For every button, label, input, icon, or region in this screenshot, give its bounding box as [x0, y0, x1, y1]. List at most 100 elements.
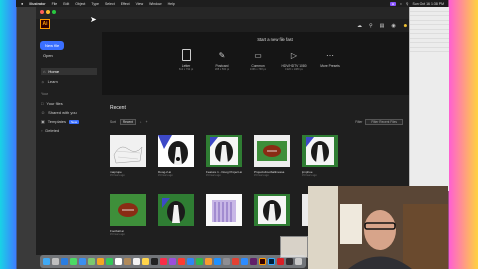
minimize-button[interactable]: [46, 10, 50, 14]
contacts-icon[interactable]: [124, 258, 131, 265]
file-date: 15 hours ago: [110, 174, 125, 177]
search-icon[interactable]: ⚲: [406, 2, 409, 6]
music-icon[interactable]: [160, 258, 167, 265]
menu-edit[interactable]: Edit: [63, 2, 69, 6]
monitor-icon: ▭: [254, 50, 262, 60]
podcasts-icon[interactable]: [169, 258, 176, 265]
list-item[interactable]: [410, 48, 449, 52]
menu-window[interactable]: Window: [149, 2, 161, 6]
pages-icon[interactable]: [205, 258, 212, 265]
tv-icon[interactable]: [151, 258, 158, 265]
zoom-icon[interactable]: [241, 258, 248, 265]
document-icon: [181, 49, 191, 61]
cloud-icon[interactable]: ☁: [357, 23, 362, 29]
file-card[interactable]: maprupe 15 hours ago: [110, 135, 146, 177]
menu-clock[interactable]: Sun Oct 16 1:38 PM: [412, 2, 444, 6]
app-store-icon[interactable]: [214, 258, 221, 265]
file-card[interactable]: Feature 1 - Doog Project.ai 15 hours ago: [206, 135, 242, 177]
sidebar-item-deleted[interactable]: ▫ Deleted: [41, 128, 59, 133]
slack-icon[interactable]: [250, 258, 257, 265]
creative-cloud-icon[interactable]: [277, 258, 284, 265]
file-thumbnail: [254, 135, 290, 167]
wifi-icon[interactable]: ≈: [400, 2, 402, 6]
facetime-icon[interactable]: [106, 258, 113, 265]
sidebar-item-templates[interactable]: ▣ Templates New: [41, 119, 80, 124]
sort-direction-icon[interactable]: ↓: [140, 120, 142, 124]
file-card[interactable]: Football.ai 15 hours ago: [110, 194, 146, 236]
menu-select[interactable]: Select: [105, 2, 115, 6]
file-thumbnail: [206, 194, 242, 226]
file-card[interactable]: Doog-2.ai 15 hours ago: [158, 135, 194, 177]
file-date: 15 hours ago: [206, 174, 221, 177]
filter-input[interactable]: Filter Recent Files: [365, 119, 403, 125]
close-button[interactable]: [40, 10, 44, 14]
open-button[interactable]: Open: [43, 53, 53, 58]
preset-letter[interactable]: Letter 612 x 792 pt: [172, 49, 200, 71]
settings-icon[interactable]: [223, 258, 230, 265]
file-card[interactable]: [206, 194, 242, 236]
menu-app-name[interactable]: Illustrator: [29, 2, 45, 6]
file-thumbnail: [206, 135, 242, 167]
numbers-icon[interactable]: [196, 258, 203, 265]
file-card[interactable]: jimphoe 15 hours ago: [302, 135, 338, 177]
search-icon[interactable]: ⚲: [369, 23, 373, 29]
zoom-button[interactable]: [52, 10, 56, 14]
add-icon[interactable]: +: [146, 120, 148, 124]
mouse-cursor-icon: ➤: [90, 15, 97, 24]
sidebar-item-shared[interactable]: ☺ Shared with you: [41, 110, 77, 115]
file-card[interactable]: ProjectsFootballmessa 15 hours ago: [254, 135, 290, 177]
bell-icon[interactable]: ◉: [391, 23, 395, 29]
menu-type[interactable]: Type: [91, 2, 99, 6]
file-card[interactable]: [254, 194, 290, 236]
safari-icon[interactable]: [61, 258, 68, 265]
template-icon: ▣: [41, 119, 45, 124]
sidebar-item-your-files[interactable]: □ Your files: [41, 101, 63, 106]
photos-icon[interactable]: [97, 258, 104, 265]
news-icon[interactable]: [178, 258, 185, 265]
sidebar-item-learn[interactable]: ☼ Learn: [41, 79, 58, 84]
avatar[interactable]: ☻: [403, 23, 408, 29]
sort-dropdown[interactable]: Recent: [119, 119, 136, 125]
illustrator-dock-icon[interactable]: [259, 258, 266, 265]
calendar-icon[interactable]: [115, 258, 122, 265]
sidebar-item-label: Templates: [47, 119, 67, 124]
menu-view[interactable]: View: [136, 2, 144, 6]
new-file-button[interactable]: New file: [40, 41, 65, 50]
chrome-icon[interactable]: [232, 258, 239, 265]
mail-icon[interactable]: [79, 258, 86, 265]
preset-dim: 288 x 560 pt: [214, 68, 230, 71]
more-icon: ⋯: [326, 50, 334, 60]
menu-file[interactable]: File: [52, 2, 58, 6]
menu-effect[interactable]: Effect: [121, 2, 130, 6]
menu-object[interactable]: Object: [75, 2, 85, 6]
preset-more[interactable]: ⋯ More Presets: [316, 49, 344, 71]
file-thumbnail: [110, 135, 146, 167]
preset-name: More Presets: [320, 64, 340, 68]
finder-icon[interactable]: [43, 258, 50, 265]
menu-help[interactable]: Help: [168, 2, 175, 6]
photoshop-icon[interactable]: [268, 258, 275, 265]
file-card[interactable]: [158, 194, 194, 236]
reminders-icon[interactable]: [133, 258, 140, 265]
keynote-icon[interactable]: [187, 258, 194, 265]
maps-icon[interactable]: [88, 258, 95, 265]
sort-label: Sort: [110, 120, 116, 124]
notes-icon[interactable]: [142, 258, 149, 265]
messages-icon[interactable]: [70, 258, 77, 265]
apple-icon[interactable]: ●: [21, 1, 23, 6]
obs-icon[interactable]: [286, 258, 293, 265]
sidebar-item-label: Deleted: [45, 128, 60, 133]
gift-icon[interactable]: ▤: [380, 23, 385, 29]
launchpad-icon[interactable]: [52, 258, 59, 265]
sidebar: New file Open ⌂ Home ☼ Learn Your □ Your…: [36, 32, 102, 255]
trash-icon[interactable]: [295, 258, 302, 265]
preset-postcard[interactable]: ✎ Postcard 288 x 560 pt: [208, 49, 236, 72]
preset-common[interactable]: ▭ Common 1366 x 768 px: [244, 49, 272, 72]
sidebar-item-home[interactable]: ⌂ Home: [41, 68, 97, 75]
preset-hdtv[interactable]: ▷ HDV/HDTV 1080 1920 x 1080 px: [280, 49, 308, 72]
new-file-panel-title: Start a new file fast: [257, 37, 293, 42]
new-badge: New: [69, 119, 80, 124]
webcam-overlay: [308, 186, 448, 269]
title-bar: [36, 7, 448, 19]
status-icon[interactable]: ●: [389, 1, 396, 6]
